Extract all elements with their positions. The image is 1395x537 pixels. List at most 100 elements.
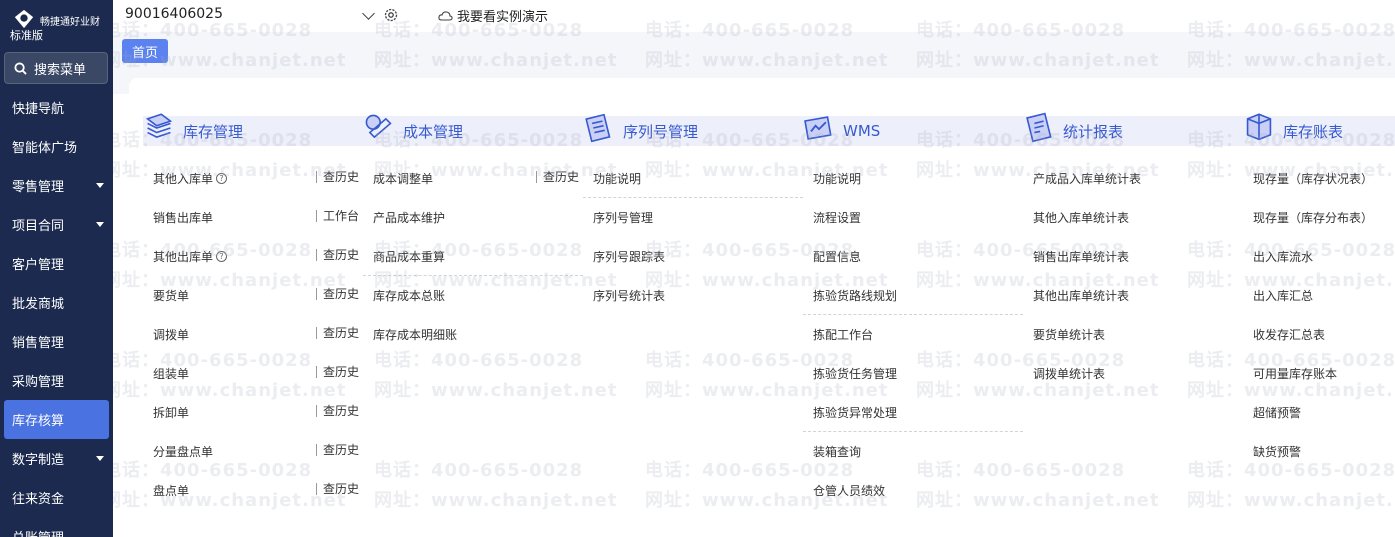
menu-item[interactable]: 成本调整单 查历史 (363, 159, 583, 198)
menu-item-side-link[interactable]: 查历史 (315, 171, 359, 183)
menu-item[interactable]: 库存成本总账 (363, 276, 583, 315)
sidebar-item[interactable]: 客户管理 (0, 244, 113, 283)
menu-item[interactable]: 调拨单统计表 (1023, 354, 1243, 393)
menu-item-label: 序列号跟踪表 (593, 250, 666, 264)
menu-item-side-link[interactable]: 查历史 (315, 483, 359, 495)
menu-item-label: 销售出库单统计表 (1033, 250, 1130, 264)
menu-item[interactable]: 收发存汇总表 (1243, 315, 1395, 354)
menu-item[interactable]: 销售出库单统计表 (1023, 237, 1243, 276)
menu-item-side-link[interactable]: 查历史 (315, 288, 359, 300)
menu-column: 成本管理成本调整单 查历史产品成本维护 商品成本重算 库存成本总账 库存成本明细账 (363, 114, 583, 354)
sidebar-item[interactable]: 数字制造 (0, 439, 113, 478)
menu-item[interactable]: 功能说明 (803, 159, 1023, 198)
menu-item[interactable]: 缺货预警 (1243, 432, 1395, 471)
menu-column: 序列号管理 功能说明 序列号管理 序列号跟踪表 序列号统计表 (583, 113, 803, 315)
menu-item[interactable]: 装箱查询 (803, 432, 1023, 471)
sidebar-item[interactable]: 项目合同 (0, 205, 113, 244)
sidebar-item-label: 总账管理 (12, 527, 64, 537)
gear-icon[interactable] (383, 7, 399, 23)
menu-item[interactable]: 库存成本明细账 (363, 315, 583, 354)
sidebar-item[interactable]: 库存核算 (4, 400, 109, 439)
menu-item-label: 序列号管理 (593, 211, 654, 225)
menu-item-label: 拣验货任务管理 (813, 367, 898, 381)
menu-item-label: 成本调整单 (373, 172, 434, 186)
tab-bar: 首页 (113, 32, 1395, 70)
menu-item[interactable]: 出入库汇总 (1243, 276, 1395, 315)
sidebar-item-label: 项目合同 (12, 219, 65, 234)
menu-item[interactable]: 出入库流水 (1243, 237, 1395, 276)
account-select[interactable]: 90016406025 (125, 4, 377, 26)
menu-item-label: 序列号统计表 (593, 289, 666, 303)
search-menu-label: 搜索菜单 (34, 62, 87, 78)
menu-item[interactable]: 组装单 查历史 (143, 354, 363, 393)
menu-item[interactable]: 商品成本重算 (363, 237, 583, 276)
menu-item-side-link[interactable]: 查历史 (315, 405, 359, 417)
menu-item-side-link[interactable]: 查历史 (315, 366, 359, 378)
brand-logo[interactable]: 畅捷通好业财 标准版 (10, 5, 113, 42)
brand-name: 畅捷通好业财 (40, 17, 100, 28)
sidebar-item[interactable]: 总账管理 (0, 517, 113, 537)
menu-item[interactable]: 要货单统计表 (1023, 315, 1243, 354)
menu-item-list: 成本调整单 查历史产品成本维护 商品成本重算 库存成本总账 库存成本明细账 (363, 159, 583, 354)
content-card-edge (129, 78, 1395, 94)
menu-item[interactable]: 产成品入库单统计表 (1023, 159, 1243, 198)
menu-item-side-link[interactable]: 查历史 (535, 171, 579, 183)
help-icon[interactable]: ? (216, 251, 228, 262)
menu-column-title: 成本管理 (403, 122, 464, 141)
sidebar-item[interactable]: 批发商城 (0, 283, 113, 322)
menu-item-side-link[interactable]: 查历史 (315, 327, 359, 339)
menu-item[interactable]: 销售出库单 工作台 (143, 198, 363, 237)
menu-item[interactable]: 产品成本维护 (363, 198, 583, 237)
menu-item[interactable]: 拣验货路线规划 (803, 276, 1023, 315)
menu-item[interactable]: 分量盘点单 查历史 (143, 432, 363, 471)
menu-item[interactable]: 拣配工作台 (803, 315, 1023, 354)
menu-item-side-link[interactable]: 查历史 (315, 249, 359, 261)
menu-item-label: 其他出库单 (153, 250, 214, 264)
menu-item[interactable]: 仓管人员绩效 (803, 471, 1023, 510)
menu-item[interactable]: 调拨单 查历史 (143, 315, 363, 354)
menu-column-title: 库存管理 (183, 122, 244, 141)
chevron-down-icon (362, 7, 375, 20)
menu-item[interactable]: 现存量（库存状况表） (1243, 159, 1395, 198)
sidebar-item-label: 采购管理 (12, 375, 65, 390)
menu-item[interactable]: 可用量库存账本 (1243, 354, 1395, 393)
cloud-play-icon (438, 10, 453, 21)
menu-item[interactable]: 现存量（库存分布表） (1243, 198, 1395, 237)
menu-item[interactable]: 其他入库单? 查历史 (143, 159, 363, 198)
menu-item-label: 拣验货异常处理 (813, 405, 898, 420)
serial-icon (585, 113, 611, 143)
sidebar-item[interactable]: 快捷导航 (0, 88, 113, 127)
help-icon[interactable]: ? (216, 173, 228, 184)
sidebar-item-label: 客户管理 (12, 258, 65, 273)
demo-link[interactable]: 我要看实例演示 (438, 6, 548, 25)
menu-item[interactable]: 流程设置 (803, 198, 1023, 237)
menu-item[interactable]: 序列号管理 (583, 198, 803, 237)
menu-item[interactable]: 其他出库单? 查历史 (143, 237, 363, 276)
sidebar-item[interactable]: 零售管理 (0, 166, 113, 205)
sidebar-item[interactable]: 采购管理 (0, 361, 113, 400)
menu-item-side-link[interactable]: 工作台 (315, 210, 359, 222)
menu-item[interactable]: 序列号统计表 (583, 276, 803, 315)
menu-item[interactable]: 其他入库单统计表 (1023, 198, 1243, 237)
menu-item[interactable]: 配置信息 (803, 237, 1023, 276)
menu-item[interactable]: 盘点单 查历史 (143, 471, 363, 510)
sidebar-item[interactable]: 智能体广场 (0, 127, 113, 166)
sidebar-item[interactable]: 往来资金 (0, 478, 113, 517)
menu-item[interactable]: 其他出库单统计表 (1023, 276, 1243, 315)
sidebar-item[interactable]: 销售管理 (0, 322, 113, 361)
menu-item[interactable]: 功能说明 (583, 159, 803, 198)
menu-column: 统计报表 产成品入库单统计表 其他入库单统计表 销售出库单统计表 其他出库单统计表 要货单… (1023, 112, 1243, 393)
menu-column-header: 序列号管理 (583, 113, 803, 146)
menu-item[interactable]: 超储预警 (1243, 393, 1395, 432)
menu-item-side-link[interactable]: 查历史 (315, 444, 359, 456)
menu-item[interactable]: 拆卸单 查历史 (143, 393, 363, 432)
caret-down-icon (96, 183, 104, 188)
tab-home[interactable]: 首页 (122, 39, 168, 63)
menu-item[interactable]: 拣验货任务管理 (803, 354, 1023, 393)
menu-item-list: 现存量（库存状况表） 现存量（库存分布表） 出入库流水 出入库汇总 收发存汇总表可用量库… (1243, 159, 1395, 471)
menu-item-label: 可用量库存账本 (1253, 367, 1338, 381)
menu-item[interactable]: 序列号跟踪表 (583, 237, 803, 276)
menu-item[interactable]: 拣验货异常处理 (803, 393, 1023, 432)
search-menu-button[interactable]: 搜索菜单 (4, 52, 108, 84)
menu-item[interactable]: 要货单 查历史 (143, 276, 363, 315)
